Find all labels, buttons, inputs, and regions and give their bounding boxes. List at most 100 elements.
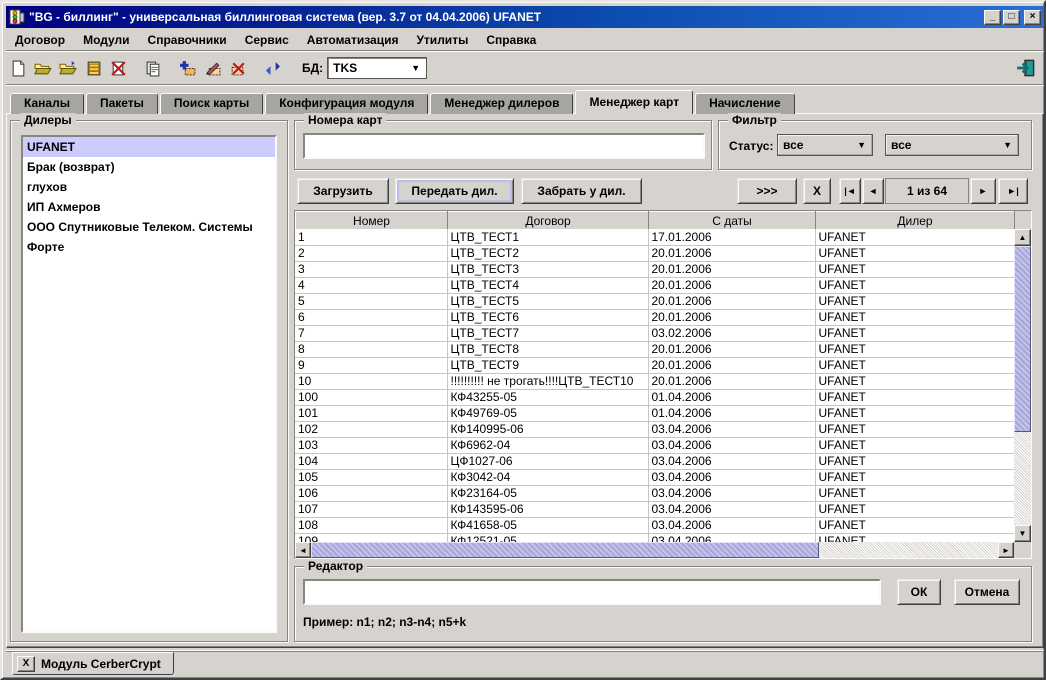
take-dealer-button[interactable]: Забрать у дил. <box>521 178 642 204</box>
dealer-list-item[interactable]: глухов <box>23 177 275 197</box>
table-row[interactable]: 106КФ23164-0503.04.2006UFANET <box>295 485 1014 501</box>
status-combobox[interactable]: все ▼ <box>777 134 873 156</box>
table-row[interactable]: 100КФ43255-0501.04.2006UFANET <box>295 389 1014 405</box>
filter-group: Фильтр Статус: все ▼ все ▼ <box>718 120 1032 170</box>
table-cell: UFANET <box>815 485 1014 501</box>
close-module-icon[interactable]: X <box>17 656 35 672</box>
table-row[interactable]: 108КФ41658-0503.04.2006UFANET <box>295 517 1014 533</box>
table-row[interactable]: 9ЦТВ_ТЕСТ920.01.2006UFANET <box>295 357 1014 373</box>
delete-card-icon[interactable] <box>226 56 250 80</box>
tab[interactable]: Пакеты <box>86 93 158 114</box>
vertical-scroll-thumb[interactable] <box>1014 246 1031 432</box>
scroll-down-icon[interactable]: ▼ <box>1014 525 1031 542</box>
close-button[interactable]: × <box>1024 10 1041 25</box>
card-file-icon[interactable] <box>81 56 105 80</box>
table-row[interactable]: 3ЦТВ_ТЕСТ320.01.2006UFANET <box>295 261 1014 277</box>
vertical-scrollbar[interactable]: ▲ ▼ <box>1014 229 1031 542</box>
column-header[interactable]: С даты <box>649 212 816 230</box>
open-folder-icon[interactable] <box>31 56 55 80</box>
tab[interactable]: Конфигурация модуля <box>265 93 428 114</box>
ok-button[interactable]: ОК <box>897 579 941 605</box>
copy-document-icon[interactable] <box>141 56 165 80</box>
table-row[interactable]: 101КФ49769-0501.04.2006UFANET <box>295 405 1014 421</box>
dealer-list-item[interactable]: ООО Спутниковые Телеком. Системы <box>23 217 275 237</box>
table-cell: UFANET <box>815 245 1014 261</box>
delete-document-icon[interactable] <box>106 56 130 80</box>
cancel-button[interactable]: Отмена <box>954 579 1020 605</box>
give-dealer-button[interactable]: Передать дил. <box>395 178 514 204</box>
prev-page-button[interactable]: ◄ <box>862 178 884 204</box>
horizontal-scrollbar[interactable]: ◄ ► <box>295 542 1014 558</box>
table-cell: UFANET <box>815 469 1014 485</box>
table-row[interactable]: 107КФ143595-0603.04.2006UFANET <box>295 501 1014 517</box>
refresh-icon[interactable] <box>261 56 285 80</box>
dealers-listbox[interactable]: UFANETБрак (возврат)глуховИП АхмеровООО … <box>21 135 277 633</box>
dealer-list-item[interactable]: Форте <box>23 237 275 257</box>
new-document-icon[interactable] <box>6 56 30 80</box>
table-cell: 107 <box>295 501 447 517</box>
menu-item[interactable]: Договор <box>6 31 74 49</box>
extra-filter-combobox[interactable]: все ▼ <box>885 134 1019 156</box>
add-card-icon[interactable] <box>176 56 200 80</box>
column-header[interactable]: Договор <box>448 212 649 230</box>
table-row[interactable]: 10!!!!!!!!!! не трогать!!!!ЦТВ_ТЕСТ1020.… <box>295 373 1014 389</box>
dealer-list-item[interactable]: ИП Ахмеров <box>23 197 275 217</box>
menu-item[interactable]: Справочники <box>139 31 236 49</box>
tab-strip: КаналыПакетыПоиск картыКонфигурация моду… <box>10 90 797 114</box>
dealer-list-item[interactable]: UFANET <box>23 137 275 157</box>
menu-item[interactable]: Модули <box>74 31 138 49</box>
table-row[interactable]: 7ЦТВ_ТЕСТ703.02.2006UFANET <box>295 325 1014 341</box>
edit-card-icon[interactable] <box>201 56 225 80</box>
next-page-button[interactable]: ► <box>970 178 996 204</box>
table-row[interactable]: 109КФ12521-0503.04.2006UFANET <box>295 533 1014 542</box>
tab[interactable]: Менеджер дилеров <box>430 93 573 114</box>
tab[interactable]: Менеджер карт <box>575 90 693 114</box>
tab[interactable]: Поиск карты <box>160 93 263 114</box>
module-tab[interactable]: X Модуль CerberCrypt <box>12 652 174 675</box>
table-cell: 100 <box>295 389 447 405</box>
menu-item[interactable]: Справка <box>477 31 545 49</box>
last-page-button[interactable]: ►| <box>998 178 1028 204</box>
column-header[interactable]: Дилер <box>816 212 1015 230</box>
table-row[interactable]: 8ЦТВ_ТЕСТ820.01.2006UFANET <box>295 341 1014 357</box>
clear-button[interactable]: X <box>803 178 831 204</box>
card-numbers-group: Номера карт <box>294 120 712 170</box>
editor-group: Редактор ОК Отмена Пример: n1; n2; n3-n4… <box>294 566 1032 642</box>
tab[interactable]: Начисление <box>695 93 795 114</box>
table-row[interactable]: 6ЦТВ_ТЕСТ620.01.2006UFANET <box>295 309 1014 325</box>
table-cell: UFANET <box>815 325 1014 341</box>
import-folder-icon[interactable] <box>56 56 80 80</box>
scroll-up-icon[interactable]: ▲ <box>1014 229 1031 246</box>
card-numbers-input[interactable] <box>303 133 705 159</box>
menu-item[interactable]: Утилиты <box>407 31 477 49</box>
tab[interactable]: Каналы <box>10 93 84 114</box>
horizontal-scroll-thumb[interactable] <box>311 542 819 558</box>
scroll-left-icon[interactable]: ◄ <box>295 542 311 558</box>
minimize-button[interactable]: _ <box>984 10 1001 25</box>
load-button[interactable]: Загрузить <box>297 178 389 204</box>
table-row[interactable]: 104ЦФ1027-0603.04.2006UFANET <box>295 453 1014 469</box>
exit-icon[interactable] <box>1014 56 1038 80</box>
table-row[interactable]: 103КФ6962-0403.04.2006UFANET <box>295 437 1014 453</box>
table-row[interactable]: 5ЦТВ_ТЕСТ520.01.2006UFANET <box>295 293 1014 309</box>
menu-item[interactable]: Сервис <box>236 31 298 49</box>
table-row[interactable]: 102КФ140995-0603.04.2006UFANET <box>295 421 1014 437</box>
table-cell: ЦТВ_ТЕСТ6 <box>447 309 648 325</box>
table-cell: 102 <box>295 421 447 437</box>
db-combobox[interactable]: TKS ▼ <box>327 57 427 79</box>
dealers-group-title: Дилеры <box>20 113 76 127</box>
table-row[interactable]: 1ЦТВ_ТЕСТ117.01.2006UFANET <box>295 229 1014 245</box>
dealer-list-item[interactable]: Брак (возврат) <box>23 157 275 177</box>
table-row[interactable]: 105КФ3042-0403.04.2006UFANET <box>295 469 1014 485</box>
scroll-right-icon[interactable]: ► <box>998 542 1014 558</box>
column-header[interactable]: Номер <box>296 212 448 230</box>
table-row[interactable]: 4ЦТВ_ТЕСТ420.01.2006UFANET <box>295 277 1014 293</box>
maximize-button[interactable]: □ <box>1003 10 1020 25</box>
table-body[interactable]: 1ЦТВ_ТЕСТ117.01.2006UFANET2ЦТВ_ТЕСТ220.0… <box>295 229 1014 542</box>
first-page-button[interactable]: |◄ <box>839 178 861 204</box>
table-cell: 20.01.2006 <box>648 373 815 389</box>
menu-item[interactable]: Автоматизация <box>298 31 408 49</box>
table-row[interactable]: 2ЦТВ_ТЕСТ220.01.2006UFANET <box>295 245 1014 261</box>
forward-button[interactable]: >>> <box>737 178 797 204</box>
editor-input[interactable] <box>303 579 881 605</box>
